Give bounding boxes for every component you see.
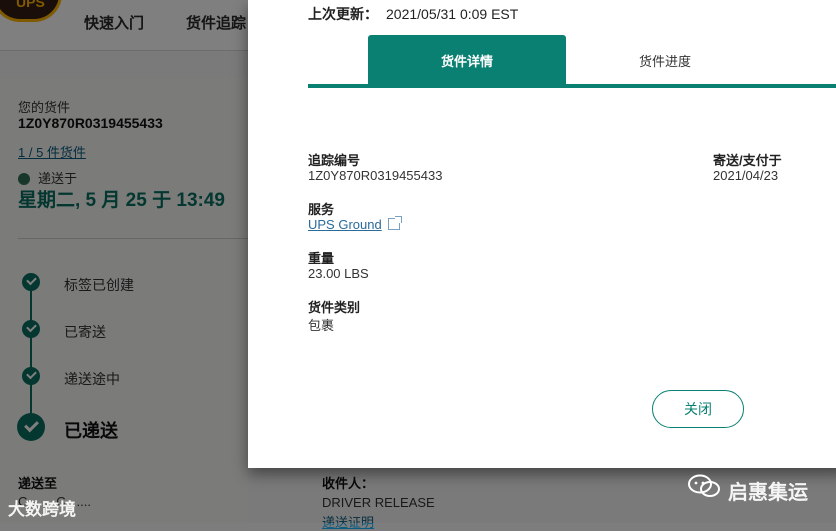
ship-date-label: 寄送/支付于 bbox=[713, 153, 782, 168]
close-button[interactable]: 关闭 bbox=[652, 390, 744, 428]
tab-underline bbox=[308, 84, 836, 88]
tracking-number-label: 追踪编号 bbox=[308, 153, 361, 168]
watermark-left: 大数跨境 bbox=[8, 500, 76, 519]
weight-value: 23.00 LBS bbox=[308, 266, 369, 281]
shipment-type-value: 包裹 bbox=[308, 318, 335, 333]
last-updated-label: 上次更新： bbox=[308, 6, 378, 22]
service-value[interactable]: UPS Ground bbox=[308, 217, 382, 232]
ship-date-value: 2021/04/23 bbox=[713, 168, 779, 183]
last-updated: 上次更新： 2021/05/31 0:09 EST bbox=[308, 4, 518, 24]
watermark-right: 启惠集运 bbox=[728, 482, 808, 504]
tracking-number-value: 1Z0Y870R0319455433 bbox=[308, 168, 443, 183]
weight-label: 重量 bbox=[308, 251, 335, 266]
last-updated-value: 2021/05/31 0:09 EST bbox=[386, 6, 519, 22]
wechat-icon bbox=[688, 474, 720, 497]
tab-shipment-details[interactable]: 货件详情 bbox=[368, 35, 566, 85]
service-link[interactable]: UPS Ground bbox=[308, 216, 402, 232]
external-link-icon[interactable] bbox=[387, 216, 402, 230]
shipment-details-modal: 上次更新： 2021/05/31 0:09 EST 货件详情 货件进度 追踪编号 … bbox=[248, 0, 836, 468]
shipment-type-label: 货件类别 bbox=[308, 300, 361, 315]
tab-shipment-progress[interactable]: 货件进度 bbox=[566, 35, 764, 85]
service-label: 服务 bbox=[308, 202, 335, 217]
